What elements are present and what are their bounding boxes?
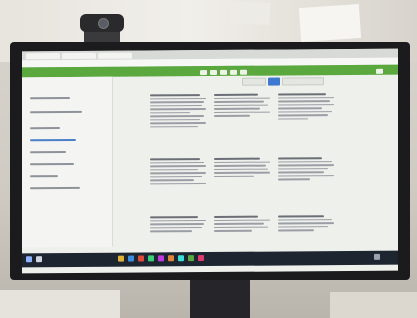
sidebar-item[interactable] — [30, 110, 82, 114]
taskbar-app-icon[interactable] — [168, 255, 174, 262]
toolbar-icon[interactable] — [200, 70, 207, 76]
content-column — [278, 215, 336, 233]
sidebar-item[interactable] — [30, 186, 80, 190]
taskbar-app-icon[interactable] — [148, 255, 154, 262]
browser-tab[interactable] — [98, 52, 132, 59]
sidebar-item-active[interactable] — [30, 138, 76, 142]
system-tray-icon[interactable] — [374, 253, 380, 260]
sidebar-item[interactable] — [30, 127, 60, 130]
taskbar-app-icon[interactable] — [178, 255, 184, 262]
monitor-screen — [22, 48, 398, 274]
content-column — [278, 157, 336, 182]
sidebar-item[interactable] — [30, 162, 74, 166]
sidebar-item[interactable] — [30, 175, 58, 178]
webcam-lens — [98, 18, 109, 29]
sidebar — [22, 76, 113, 248]
taskbar-app-icon[interactable] — [158, 255, 164, 262]
toolbar-icon[interactable] — [240, 69, 247, 75]
browser-tab[interactable] — [62, 52, 96, 60]
content-column — [150, 216, 208, 234]
content-toolbar — [142, 77, 392, 87]
toolbar-icon[interactable] — [210, 69, 217, 75]
content-column — [278, 93, 336, 121]
toolbar-icon[interactable] — [376, 68, 383, 74]
content-column — [214, 215, 272, 234]
start-icon[interactable] — [26, 256, 32, 263]
toolbar-icon[interactable] — [230, 69, 237, 75]
sidebar-item[interactable] — [30, 96, 70, 100]
toolbar-button[interactable] — [282, 77, 324, 86]
toolbar-icon[interactable] — [220, 69, 227, 75]
taskbar-app-icon[interactable] — [198, 255, 204, 262]
desk-box — [330, 292, 417, 318]
toolbar-button[interactable] — [242, 77, 266, 86]
monitor-stand — [190, 280, 250, 318]
taskbar-app-icon[interactable] — [188, 255, 194, 262]
taskbar — [22, 250, 398, 268]
sidebar-item[interactable] — [30, 151, 66, 154]
toolbar-button-active[interactable] — [268, 77, 280, 86]
paper-note — [229, 0, 271, 26]
content-column — [214, 93, 272, 119]
paper-note — [298, 3, 362, 43]
taskbar-app-icon[interactable] — [118, 255, 124, 262]
content-column — [150, 158, 208, 186]
search-icon[interactable] — [36, 256, 42, 263]
desk-area — [0, 290, 120, 318]
browser-tab[interactable] — [26, 53, 60, 60]
taskbar-app-icon[interactable] — [138, 255, 144, 262]
taskbar-app-icon[interactable] — [128, 255, 134, 262]
content-column — [150, 94, 208, 129]
content-column — [214, 157, 272, 179]
